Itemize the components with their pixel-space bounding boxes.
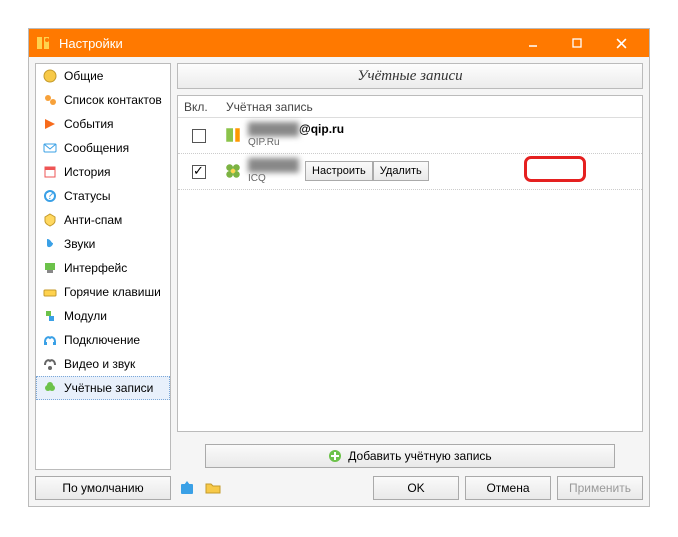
ok-button[interactable]: OK xyxy=(373,476,459,500)
nav-list: Общие Список контактов События Сообщения Ист… xyxy=(35,63,171,470)
sidebar-item-label: Горячие клавиши xyxy=(64,285,161,299)
panel-header: Учётные записи xyxy=(177,63,643,89)
sidebar-item-label: Сообщения xyxy=(64,141,129,155)
sidebar-item-13[interactable]: Учётные записи xyxy=(36,376,170,400)
add-account-label: Добавить учётную запись xyxy=(348,449,491,463)
sidebar-item-4[interactable]: История xyxy=(36,160,170,184)
sidebar-item-label: Список контактов xyxy=(64,93,162,107)
sidebar-item-label: Учётные записи xyxy=(64,381,153,395)
settings-window: Настройки Общие Список контактов События Со… xyxy=(28,28,650,507)
delete-button[interactable]: Удалить xyxy=(373,161,429,181)
sidebar-item-label: История xyxy=(64,165,111,179)
nav-icon xyxy=(42,260,58,276)
close-button[interactable] xyxy=(599,29,643,57)
plus-icon xyxy=(328,449,342,463)
table-header: Вкл. Учётная запись xyxy=(178,96,642,118)
sidebar-item-label: Подключение xyxy=(64,333,140,347)
titlebar: Настройки xyxy=(29,29,649,57)
sidebar-item-label: Статусы xyxy=(64,189,111,203)
nav-icon xyxy=(42,284,58,300)
cancel-button[interactable]: Отмена xyxy=(465,476,551,500)
enable-checkbox[interactable] xyxy=(192,129,206,143)
sidebar-item-1[interactable]: Список контактов xyxy=(36,88,170,112)
sidebar-item-label: Общие xyxy=(64,69,103,83)
account-row[interactable]: ██████ICQНастроитьУдалить xyxy=(178,154,642,190)
accounts-table: Вкл. Учётная запись ██████@qip.ruQIP.Ru█… xyxy=(177,95,643,432)
nav-icon xyxy=(42,308,58,324)
sidebar-item-label: Звуки xyxy=(64,237,95,251)
defaults-button[interactable]: По умолчанию xyxy=(35,476,171,500)
sidebar-item-5[interactable]: ? Статусы xyxy=(36,184,170,208)
footer: OK Отмена Применить xyxy=(177,474,643,500)
sidebar-item-6[interactable]: Анти-спам xyxy=(36,208,170,232)
apply-button[interactable]: Применить xyxy=(557,476,643,500)
sidebar-item-3[interactable]: Сообщения xyxy=(36,136,170,160)
account-row[interactable]: ██████@qip.ruQIP.Ru xyxy=(178,118,642,154)
nav-icon xyxy=(42,92,58,108)
add-account-button[interactable]: Добавить учётную запись xyxy=(205,444,615,468)
sidebar: Общие Список контактов События Сообщения Ист… xyxy=(35,63,171,500)
maximize-button[interactable] xyxy=(555,29,599,57)
nav-icon xyxy=(42,380,58,396)
sidebar-item-2[interactable]: События xyxy=(36,112,170,136)
window-title: Настройки xyxy=(55,36,511,51)
nav-icon xyxy=(42,356,58,372)
col-enabled: Вкл. xyxy=(178,96,220,117)
import-icon[interactable] xyxy=(177,478,197,498)
col-account: Учётная запись xyxy=(220,96,642,117)
nav-icon xyxy=(42,68,58,84)
nav-icon xyxy=(42,116,58,132)
nav-icon xyxy=(42,236,58,252)
sidebar-item-label: Интерфейс xyxy=(64,261,127,275)
svg-text:?: ? xyxy=(47,188,54,202)
minimize-button[interactable] xyxy=(511,29,555,57)
sidebar-item-0[interactable]: Общие xyxy=(36,64,170,88)
sidebar-item-12[interactable]: Видео и звук xyxy=(36,352,170,376)
nav-icon xyxy=(42,140,58,156)
main-panel: Учётные записи Вкл. Учётная запись █████… xyxy=(177,63,643,500)
app-icon xyxy=(35,35,51,51)
sidebar-item-11[interactable]: Подключение xyxy=(36,328,170,352)
sidebar-item-7[interactable]: Звуки xyxy=(36,232,170,256)
icq-icon xyxy=(224,162,242,180)
nav-icon: ? xyxy=(42,188,58,204)
sidebar-item-label: Модули xyxy=(64,309,107,323)
nav-icon xyxy=(42,332,58,348)
sidebar-item-9[interactable]: Горячие клавиши xyxy=(36,280,170,304)
sidebar-item-10[interactable]: Модули xyxy=(36,304,170,328)
nav-icon xyxy=(42,212,58,228)
enable-checkbox[interactable] xyxy=(192,165,206,179)
sidebar-item-8[interactable]: Интерфейс xyxy=(36,256,170,280)
sidebar-item-label: Анти-спам xyxy=(64,213,122,227)
sidebar-item-label: События xyxy=(64,117,114,131)
folder-icon[interactable] xyxy=(203,478,223,498)
nav-icon xyxy=(42,164,58,180)
qip-icon xyxy=(224,126,242,144)
configure-button[interactable]: Настроить xyxy=(305,161,373,181)
sidebar-item-label: Видео и звук xyxy=(64,357,135,371)
